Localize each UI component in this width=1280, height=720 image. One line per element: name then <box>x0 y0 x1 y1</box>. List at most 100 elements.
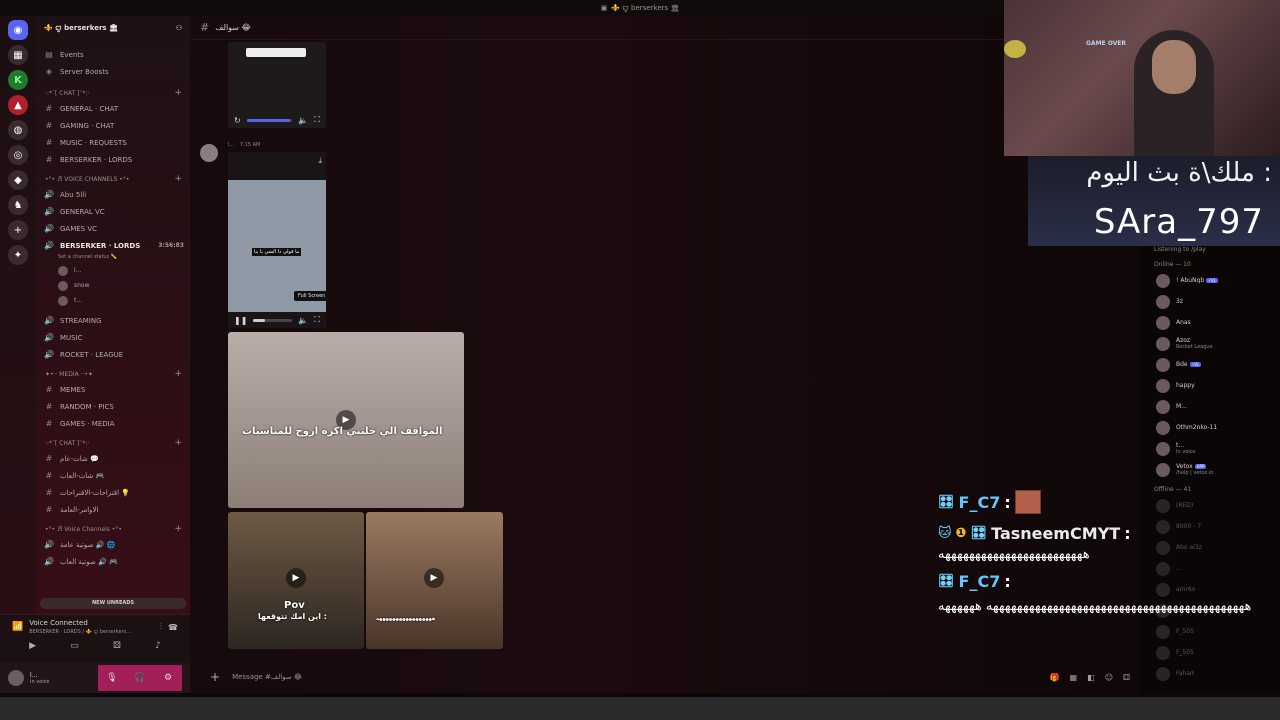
server-icon[interactable]: ▲ <box>8 95 28 115</box>
video-embed[interactable]: ▶ Pov اين امك تتوقعها : <box>228 512 364 649</box>
screen-share-icon[interactable]: ▭ <box>70 641 79 651</box>
voice-connected-channel[interactable]: BERSERKER · LORDS / ⚜️ ꨄ berserkers... <box>29 627 131 635</box>
member-row[interactable]: F_505 <box>1140 642 1280 663</box>
video-embed[interactable]: ⤓ ما قولي ذا الشي يا ينا ❚❚ 🔈 ⛶ <box>228 152 326 328</box>
voice-channel-ar[interactable]: 🔊 صوتية العاب 🔊 🎮 <box>36 553 190 570</box>
pause-icon[interactable]: ❚❚ <box>234 316 247 325</box>
voice-channel-general-vc[interactable]: 🔊 GENERAL VC <box>36 203 190 220</box>
voice-channel-rocket-league[interactable]: 🔊 ROCKET · LEAGUE <box>36 346 190 363</box>
message-input[interactable]: Message #سوالف 😂 <box>232 673 302 681</box>
create-channel-icon[interactable]: + <box>174 88 182 98</box>
channel-ar[interactable]: # شات-العاب 🎮 <box>36 467 190 484</box>
member-row[interactable]: Fahad <box>1140 663 1280 684</box>
channel-music-requests[interactable]: # MUSIC · REQUESTS <box>36 134 190 151</box>
voice-channel-abu5lli[interactable]: 🔊 Abu 5lli <box>36 186 190 203</box>
avatar[interactable] <box>200 144 218 162</box>
discord-home-icon[interactable]: ◉ <box>8 20 28 40</box>
category-voice-ar[interactable]: •°• ♬ Voice Channels •°• + <box>36 522 190 536</box>
fullscreen-icon[interactable]: ⛶ <box>314 115 320 125</box>
create-channel-icon[interactable]: + <box>174 524 182 534</box>
video-embed[interactable]: ▶ هههههههههههههههههه <box>366 512 503 649</box>
channel-games-media[interactable]: # GAMES · MEDIA <box>36 415 190 432</box>
disconnect-icon[interactable]: ☎ <box>168 623 178 632</box>
message-author[interactable]: l... <box>228 142 234 148</box>
video-embed[interactable]: ↻ 🔈 ⛶ <box>228 42 326 128</box>
add-server-icon[interactable]: + <box>8 220 28 240</box>
create-channel-icon[interactable]: + <box>174 369 182 379</box>
server-icon[interactable]: ◍ <box>8 120 28 140</box>
discover-icon[interactable]: ✦ <box>8 245 28 265</box>
voice-user[interactable]: l... <box>36 263 190 278</box>
signal-icon[interactable]: 📶 <box>12 622 23 632</box>
video-embed[interactable]: ▶ المواقف الي خلتني اكره اروح للمناسبات <box>228 332 464 508</box>
voice-user[interactable]: snow <box>36 278 190 293</box>
channel-general-chat[interactable]: # GENERAL · CHAT <box>36 100 190 117</box>
member-row[interactable]: ! AbuNqb ⚡VL <box>1140 270 1280 291</box>
avatar[interactable] <box>8 670 24 686</box>
member-row[interactable]: F_505 <box>1140 621 1280 642</box>
fullscreen-icon[interactable]: ⛶ <box>314 315 320 325</box>
gift-icon[interactable]: 🎁 <box>1050 673 1060 682</box>
category-chat[interactable]: ·:*¨[ CHAT ]¨*:· + <box>36 86 190 100</box>
member-row[interactable]: Othm2nko-11 <box>1140 417 1280 438</box>
play-icon[interactable]: ▶ <box>424 568 444 588</box>
server-icon[interactable]: ▦ <box>8 45 28 65</box>
channel-random-pics[interactable]: # RANDOM · PICS <box>36 398 190 415</box>
channel-memes[interactable]: # MEMES <box>36 381 190 398</box>
voice-channel-streaming[interactable]: 🔊 STREAMING <box>36 312 190 329</box>
add-friend-icon[interactable]: ⚇ <box>176 24 182 32</box>
sticker-icon[interactable]: ◧ <box>1087 673 1095 682</box>
deafen-icon[interactable]: 🎧 <box>126 665 154 691</box>
server-icon[interactable]: K <box>8 70 28 90</box>
member-row[interactable]: M... <box>1140 396 1280 417</box>
attach-plus-icon[interactable]: + <box>210 670 220 684</box>
channel-ar[interactable]: # اقتراحات-الاقتراحات 💡 <box>36 484 190 501</box>
server-icon[interactable]: ◎ <box>8 145 28 165</box>
video-progress-bar[interactable] <box>246 118 293 122</box>
server-boosts-link[interactable]: ◈ Server Boosts <box>36 63 190 80</box>
channel-berserker-lords[interactable]: # BERSERKER · LORDS <box>36 151 190 168</box>
emoji-icon[interactable]: ☺ <box>1105 673 1113 682</box>
voice-channel-berserker-lords[interactable]: 🔊 BERSERKER · LORDS 3:56:83 <box>36 237 190 254</box>
channel-status-hint[interactable]: Set a channel status ✏️ <box>36 254 190 263</box>
voice-channel-games-vc[interactable]: 🔊 GAMES VC <box>36 220 190 237</box>
channel-gaming-chat[interactable]: # GAMING · CHAT <box>36 117 190 134</box>
new-unreads-pill[interactable]: NEW UNREADS <box>40 598 186 609</box>
download-icon[interactable]: ⤓ <box>318 156 322 166</box>
server-header[interactable]: ⚜️ ꨄ berserkers 🏛 ⚇ <box>36 16 190 40</box>
member-row[interactable]: t... In voice <box>1140 438 1280 459</box>
volume-icon[interactable]: 🔈 <box>298 316 308 325</box>
channel-ar[interactable]: # شات-عام 💬 <box>36 450 190 467</box>
member-row[interactable]: Anas <box>1140 312 1280 333</box>
soundboard-icon[interactable]: ♪ <box>155 641 161 651</box>
category-chat-ar[interactable]: ·:*¨[ CHAT ]¨*:· + <box>36 436 190 450</box>
category-voice[interactable]: •°• ♬ VOICE CHANNELS •°• + <box>36 172 190 186</box>
volume-icon[interactable]: 🔈 <box>298 116 308 125</box>
voice-channel-ar[interactable]: 🔊 صوتية عامة 🔊 🌐 <box>36 536 190 553</box>
mute-icon[interactable]: 🎙 <box>98 665 126 691</box>
member-row[interactable]: happy <box>1140 375 1280 396</box>
member-row[interactable]: Vetox APP/help | vetox.io <box>1140 459 1280 480</box>
apps-icon[interactable]: ⚃ <box>1123 673 1130 682</box>
member-row[interactable]: Azoz Rocket League <box>1140 333 1280 354</box>
voice-user[interactable]: t... <box>36 293 190 308</box>
video-progress-bar[interactable] <box>253 318 293 322</box>
activities-icon[interactable]: ⚄ <box>113 641 121 651</box>
play-icon[interactable]: ▶ <box>286 568 306 588</box>
noise-suppression-icon[interactable]: ⫶ <box>160 622 162 632</box>
category-media[interactable]: ✦•·· MEDIA ··•✦ + <box>36 367 190 381</box>
gif-icon[interactable]: ▦ <box>1070 673 1078 682</box>
settings-gear-icon[interactable]: ⚙ <box>154 665 182 691</box>
server-icon[interactable]: ◆ <box>8 170 28 190</box>
message-composer[interactable]: + Message #سوالف 😂 🎁 ▦ ◧ ☺ ⚃ <box>200 664 1140 690</box>
events-link[interactable]: ▤ Events <box>36 46 190 63</box>
create-channel-icon[interactable]: + <box>174 438 182 448</box>
member-row[interactable]: Bde ⚡VL <box>1140 354 1280 375</box>
member-row[interactable]: 3z <box>1140 291 1280 312</box>
server-icon[interactable]: ♞ <box>8 195 28 215</box>
channel-ar[interactable]: # الاوامر-العامة <box>36 501 190 518</box>
replay-icon[interactable]: ↻ <box>234 116 241 125</box>
voice-channel-music[interactable]: 🔊 MUSIC <box>36 329 190 346</box>
create-channel-icon[interactable]: + <box>174 174 182 184</box>
camera-icon[interactable]: ▶ <box>29 641 36 651</box>
